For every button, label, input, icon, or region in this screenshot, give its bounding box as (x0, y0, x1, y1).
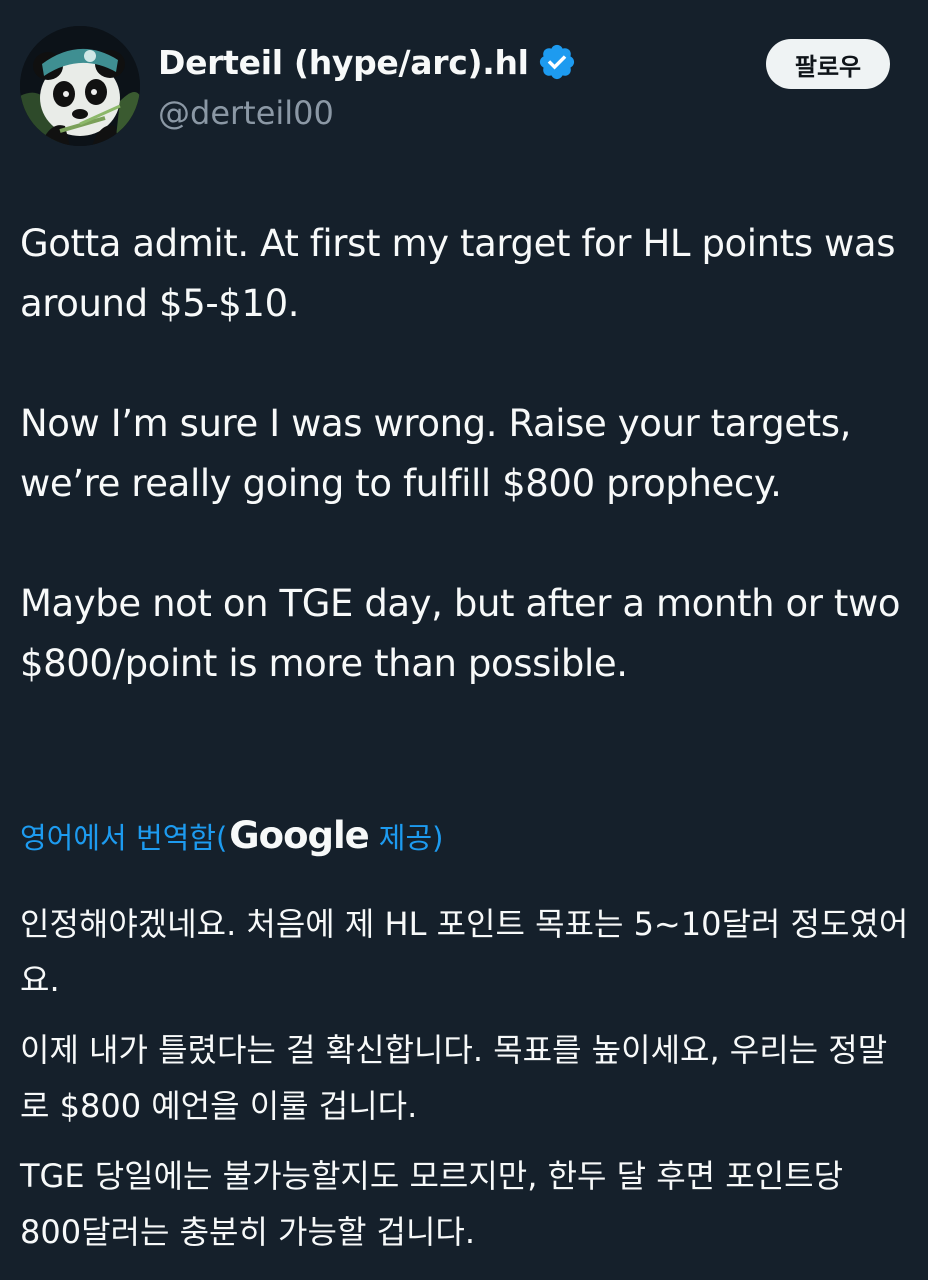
translation-attribution[interactable]: 영어에서 번역함( Google 제공) (20, 814, 443, 857)
author-names: Derteil (hype/arc).hl @derteil00 (158, 38, 577, 132)
translation-paragraph: TGE 당일에는 불가능할지도 모르지만, 한두 달 후면 포인트당 800달러… (20, 1157, 844, 1251)
tweet-text: Gotta admit. At first my target for HL p… (20, 214, 910, 694)
tweet-paragraph: Maybe not on TGE day, but after a month … (20, 582, 901, 685)
tweet-header: Derteil (hype/arc).hl @derteil00 팔로우 (20, 26, 900, 150)
verified-badge-icon[interactable] (537, 42, 577, 82)
follow-button[interactable]: 팔로우 (766, 39, 890, 89)
tweet-paragraph: Gotta admit. At first my target for HL p… (20, 222, 896, 325)
translation-paragraph: 인정해야겠네요. 처음에 제 HL 포인트 목표는 5~10달러 정도였어요. (20, 905, 909, 999)
display-name-row: Derteil (hype/arc).hl (158, 38, 577, 86)
display-name[interactable]: Derteil (hype/arc).hl (158, 43, 529, 82)
author-handle[interactable]: @derteil00 (158, 94, 577, 132)
translation-label-suffix: 제공) (378, 820, 444, 855)
panda-avatar-icon[interactable] (20, 26, 140, 146)
translation-label-prefix: 영어에서 번역함( (20, 820, 228, 855)
translation-paragraph: 이제 내가 틀렸다는 걸 확신합니다. 목표를 높이세요, 우리는 정말로 $8… (20, 1031, 888, 1125)
google-logo: Google (229, 814, 369, 857)
translated-text: 인정해야겠네요. 처음에 제 HL 포인트 목표는 5~10달러 정도였어요. … (20, 896, 910, 1260)
tweet-paragraph: Now I’m sure I was wrong. Raise your tar… (20, 402, 852, 505)
